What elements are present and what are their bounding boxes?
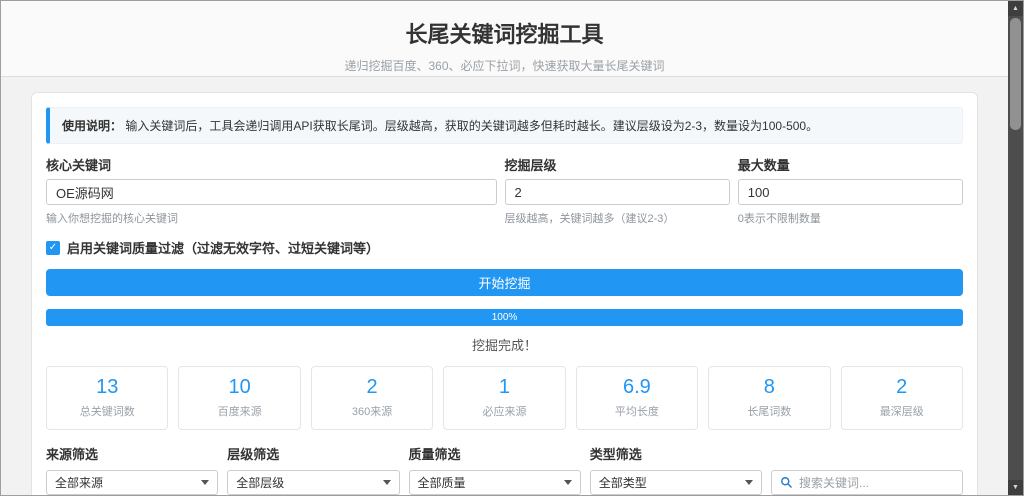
depth-input[interactable]: [505, 179, 730, 205]
level-filter-value: 全部层级: [236, 474, 284, 491]
quality-filter-label: 启用关键词质量过滤（过滤无效字符、过短关键词等）: [67, 238, 379, 257]
stat-value: 2: [314, 376, 430, 399]
progress-fill: 100%: [46, 309, 963, 326]
stat-360-source: 2 360来源: [311, 366, 433, 430]
keyword-field-label: 核心关键词: [46, 155, 497, 174]
source-filter-select[interactable]: 全部来源: [46, 470, 218, 495]
stat-value: 13: [49, 376, 165, 399]
stat-avg-length: 6.9 平均长度: [576, 366, 698, 430]
usage-notice: 使用说明： 输入关键词后，工具会递归调用API获取长尾词。层级越高，获取的关键词…: [46, 107, 963, 144]
level-filter: 层级筛选 全部层级: [227, 444, 399, 495]
level-filter-select[interactable]: 全部层级: [227, 470, 399, 495]
stat-value: 8: [711, 376, 827, 399]
quality-filter-select[interactable]: 全部质量: [409, 470, 581, 495]
source-filter-value: 全部来源: [55, 474, 103, 491]
app-window: 长尾关键词挖掘工具 递归挖掘百度、360、必应下拉词，快速获取大量长尾关键词 使…: [0, 0, 1024, 496]
quality-filter-value: 全部质量: [418, 474, 466, 491]
type-filter-select[interactable]: 全部类型: [590, 470, 762, 495]
page-subtitle: 递归挖掘百度、360、必应下拉词，快速获取大量长尾关键词: [1, 57, 1008, 74]
checkbox-checked-icon[interactable]: ✓: [46, 241, 60, 255]
stat-label: 360来源: [314, 403, 430, 419]
type-filter: 类型筛选 全部类型: [590, 444, 762, 495]
stats-row: 13 总关键词数 10 百度来源 2 360来源 1 必应来源 6.9 平均: [46, 366, 963, 430]
type-filter-value: 全部类型: [599, 474, 647, 491]
usage-notice-text: 输入关键词后，工具会递归调用API获取长尾词。层级越高，获取的关键词越多但耗时越…: [125, 119, 818, 133]
start-mining-button[interactable]: 开始挖掘: [46, 269, 963, 296]
scroll-up-icon: ▲: [1012, 5, 1019, 12]
scrollbar-thumb[interactable]: [1010, 18, 1021, 130]
quality-filter-toggle[interactable]: ✓ 启用关键词质量过滤（过滤无效字符、过短关键词等）: [46, 238, 963, 257]
stat-value: 2: [844, 376, 960, 399]
scroll-down-icon: ▼: [1012, 484, 1019, 491]
stat-value: 6.9: [579, 376, 695, 399]
mining-form: 核心关键词 输入你想挖掘的核心关键词 挖掘层级 层级越高，关键词越多（建议2-3…: [46, 155, 963, 226]
page-content: 长尾关键词挖掘工具 递归挖掘百度、360、必应下拉词，快速获取大量长尾关键词 使…: [1, 1, 1008, 495]
max-count-input[interactable]: [738, 179, 963, 205]
keyword-field: 核心关键词 输入你想挖掘的核心关键词: [46, 155, 497, 226]
keyword-search-box[interactable]: [771, 470, 963, 495]
stat-baidu-source: 10 百度来源: [178, 366, 300, 430]
depth-field: 挖掘层级 层级越高，关键词越多（建议2-3）: [505, 155, 730, 226]
depth-hint: 层级越高，关键词越多（建议2-3）: [505, 210, 730, 226]
stat-total-keywords: 13 总关键词数: [46, 366, 168, 430]
source-filter: 来源筛选 全部来源: [46, 444, 218, 495]
scroll-up-button[interactable]: ▲: [1008, 1, 1023, 16]
stat-value: 10: [181, 376, 297, 399]
stat-max-depth: 2 最深层级: [841, 366, 963, 430]
main-card: 使用说明： 输入关键词后，工具会递归调用API获取长尾词。层级越高，获取的关键词…: [31, 92, 978, 495]
stat-label: 必应来源: [446, 403, 562, 419]
max-count-field: 最大数量 0表示不限制数量: [738, 155, 963, 226]
keyword-search-input[interactable]: [799, 476, 954, 490]
page-title: 长尾关键词挖掘工具: [1, 17, 1008, 49]
quality-filter: 质量筛选 全部质量: [409, 444, 581, 495]
search-filter: [771, 470, 963, 495]
keyword-input[interactable]: [46, 179, 497, 205]
stat-label: 百度来源: [181, 403, 297, 419]
progress-percent: 100%: [492, 312, 518, 323]
usage-notice-label: 使用说明：: [62, 119, 122, 133]
depth-field-label: 挖掘层级: [505, 155, 730, 174]
stat-longtail-count: 8 长尾词数: [708, 366, 830, 430]
stat-value: 1: [446, 376, 562, 399]
page-header: 长尾关键词挖掘工具 递归挖掘百度、360、必应下拉词，快速获取大量长尾关键词: [1, 1, 1008, 77]
keyword-hint: 输入你想挖掘的核心关键词: [46, 210, 497, 226]
stat-label: 最深层级: [844, 403, 960, 419]
chevron-down-icon: [745, 480, 753, 485]
mining-status-text: 挖掘完成！: [46, 335, 963, 354]
level-filter-label: 层级筛选: [227, 444, 399, 463]
progress-bar: 100%: [46, 309, 963, 326]
max-count-hint: 0表示不限制数量: [738, 210, 963, 226]
scroll-down-button[interactable]: ▼: [1008, 480, 1023, 495]
stat-bing-source: 1 必应来源: [443, 366, 565, 430]
chevron-down-icon: [564, 480, 572, 485]
filter-row: 来源筛选 全部来源 层级筛选 全部层级 质量筛选 全部: [46, 444, 963, 495]
chevron-down-icon: [383, 480, 391, 485]
search-icon: [780, 476, 793, 489]
stat-label: 总关键词数: [49, 403, 165, 419]
vertical-scrollbar[interactable]: ▲ ▼: [1008, 1, 1023, 495]
source-filter-label: 来源筛选: [46, 444, 218, 463]
quality-filter-select-label: 质量筛选: [409, 444, 581, 463]
stat-label: 长尾词数: [711, 403, 827, 419]
chevron-down-icon: [201, 480, 209, 485]
type-filter-label: 类型筛选: [590, 444, 762, 463]
max-count-field-label: 最大数量: [738, 155, 963, 174]
stat-label: 平均长度: [579, 403, 695, 419]
